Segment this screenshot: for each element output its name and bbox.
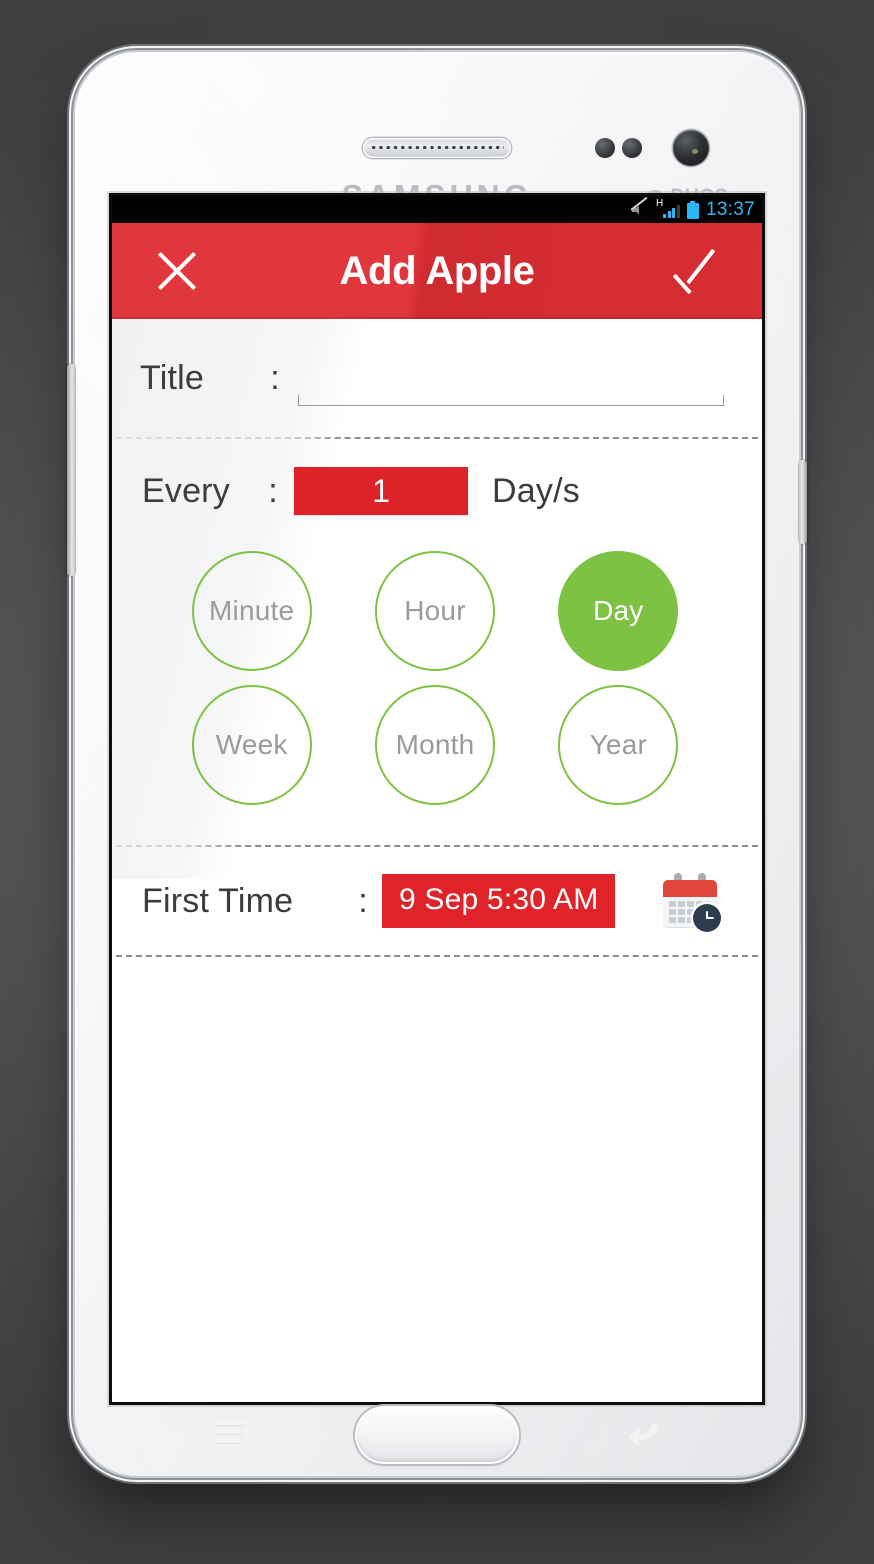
signal-bars-icon: H [655,198,680,218]
interval-unit-suffix: Day/s [492,471,580,510]
divider [116,955,758,957]
unit-option-minute[interactable]: Minute [191,551,312,671]
unit-option-year[interactable]: Year [558,685,679,805]
unit-option-hour[interactable]: Hour [374,551,495,671]
first-time-value-button[interactable]: 9 Sep 5:30 AM [382,874,616,928]
first-time-field-row: First Time : 9 Sep 5:30 AM [112,847,762,955]
page-title: Add Apple [339,248,535,293]
unit-option-month[interactable]: Month [374,685,495,805]
signal-strength-bars [663,205,680,218]
interval-input[interactable] [294,467,468,515]
every-field-label: Every [142,471,230,510]
confirm-save-button[interactable] [666,240,728,302]
every-field-separator: : [268,471,278,510]
recurrence-section: Every : Day/s Minute Hour Day [112,439,762,845]
app-title-bar: Add Apple [112,223,762,319]
back-arrow-icon [628,1424,658,1446]
first-time-field-label: First Time [142,881,294,920]
back-key[interactable] [625,1418,663,1448]
title-field-row: Title : [112,319,762,437]
first-time-field-separator: : [358,881,368,920]
earpiece-speaker [363,138,511,158]
title-input-wrapper [298,350,724,406]
phone-bottom-bezel [75,1402,799,1476]
title-input[interactable] [298,354,724,406]
battery-icon [686,200,699,219]
network-type-label: H [655,198,664,209]
title-field-separator: : [270,358,280,397]
title-field-label: Title [140,358,204,397]
power-button[interactable] [798,460,807,544]
every-field-row: Every : Day/s [112,439,762,543]
unit-option-label: Week [215,729,288,760]
calendar-clock-icon[interactable] [661,873,722,932]
phone-top-bezel: SAMSUNG DUOS [75,52,799,215]
front-camera-icon [673,130,709,166]
phone-device: SAMSUNG DUOS H 13:37 [67,52,807,1476]
home-button[interactable] [357,1408,517,1462]
phone-screen: H 13:37 Add Apple Title: Every: 1 Day/… [112,196,762,1402]
mute-icon [630,196,649,218]
check-icon [671,248,723,295]
unit-option-day[interactable]: Day [558,551,679,671]
add-reminder-form: Title : Every : Day/s Minute [112,319,762,1402]
android-status-bar: H 13:37 [112,196,762,223]
unit-option-label: Month [395,729,475,760]
earpiece-grille [370,143,504,153]
status-bar-clock: 13:37 [705,199,755,220]
unit-option-label: Day [593,595,644,626]
unit-option-label: Minute [209,595,295,626]
close-icon [154,248,200,294]
unit-selector-grid: Minute Hour Day Week Month Year [112,543,762,827]
menu-key[interactable] [215,1420,249,1446]
unit-option-label: Year [589,729,647,760]
proximity-sensor-icon [595,138,615,158]
light-sensor-icon [622,138,642,158]
unit-option-week[interactable]: Week [191,685,312,805]
close-button[interactable] [146,240,208,302]
unit-option-label: Hour [404,595,466,626]
volume-rocker-button[interactable] [67,364,76,576]
